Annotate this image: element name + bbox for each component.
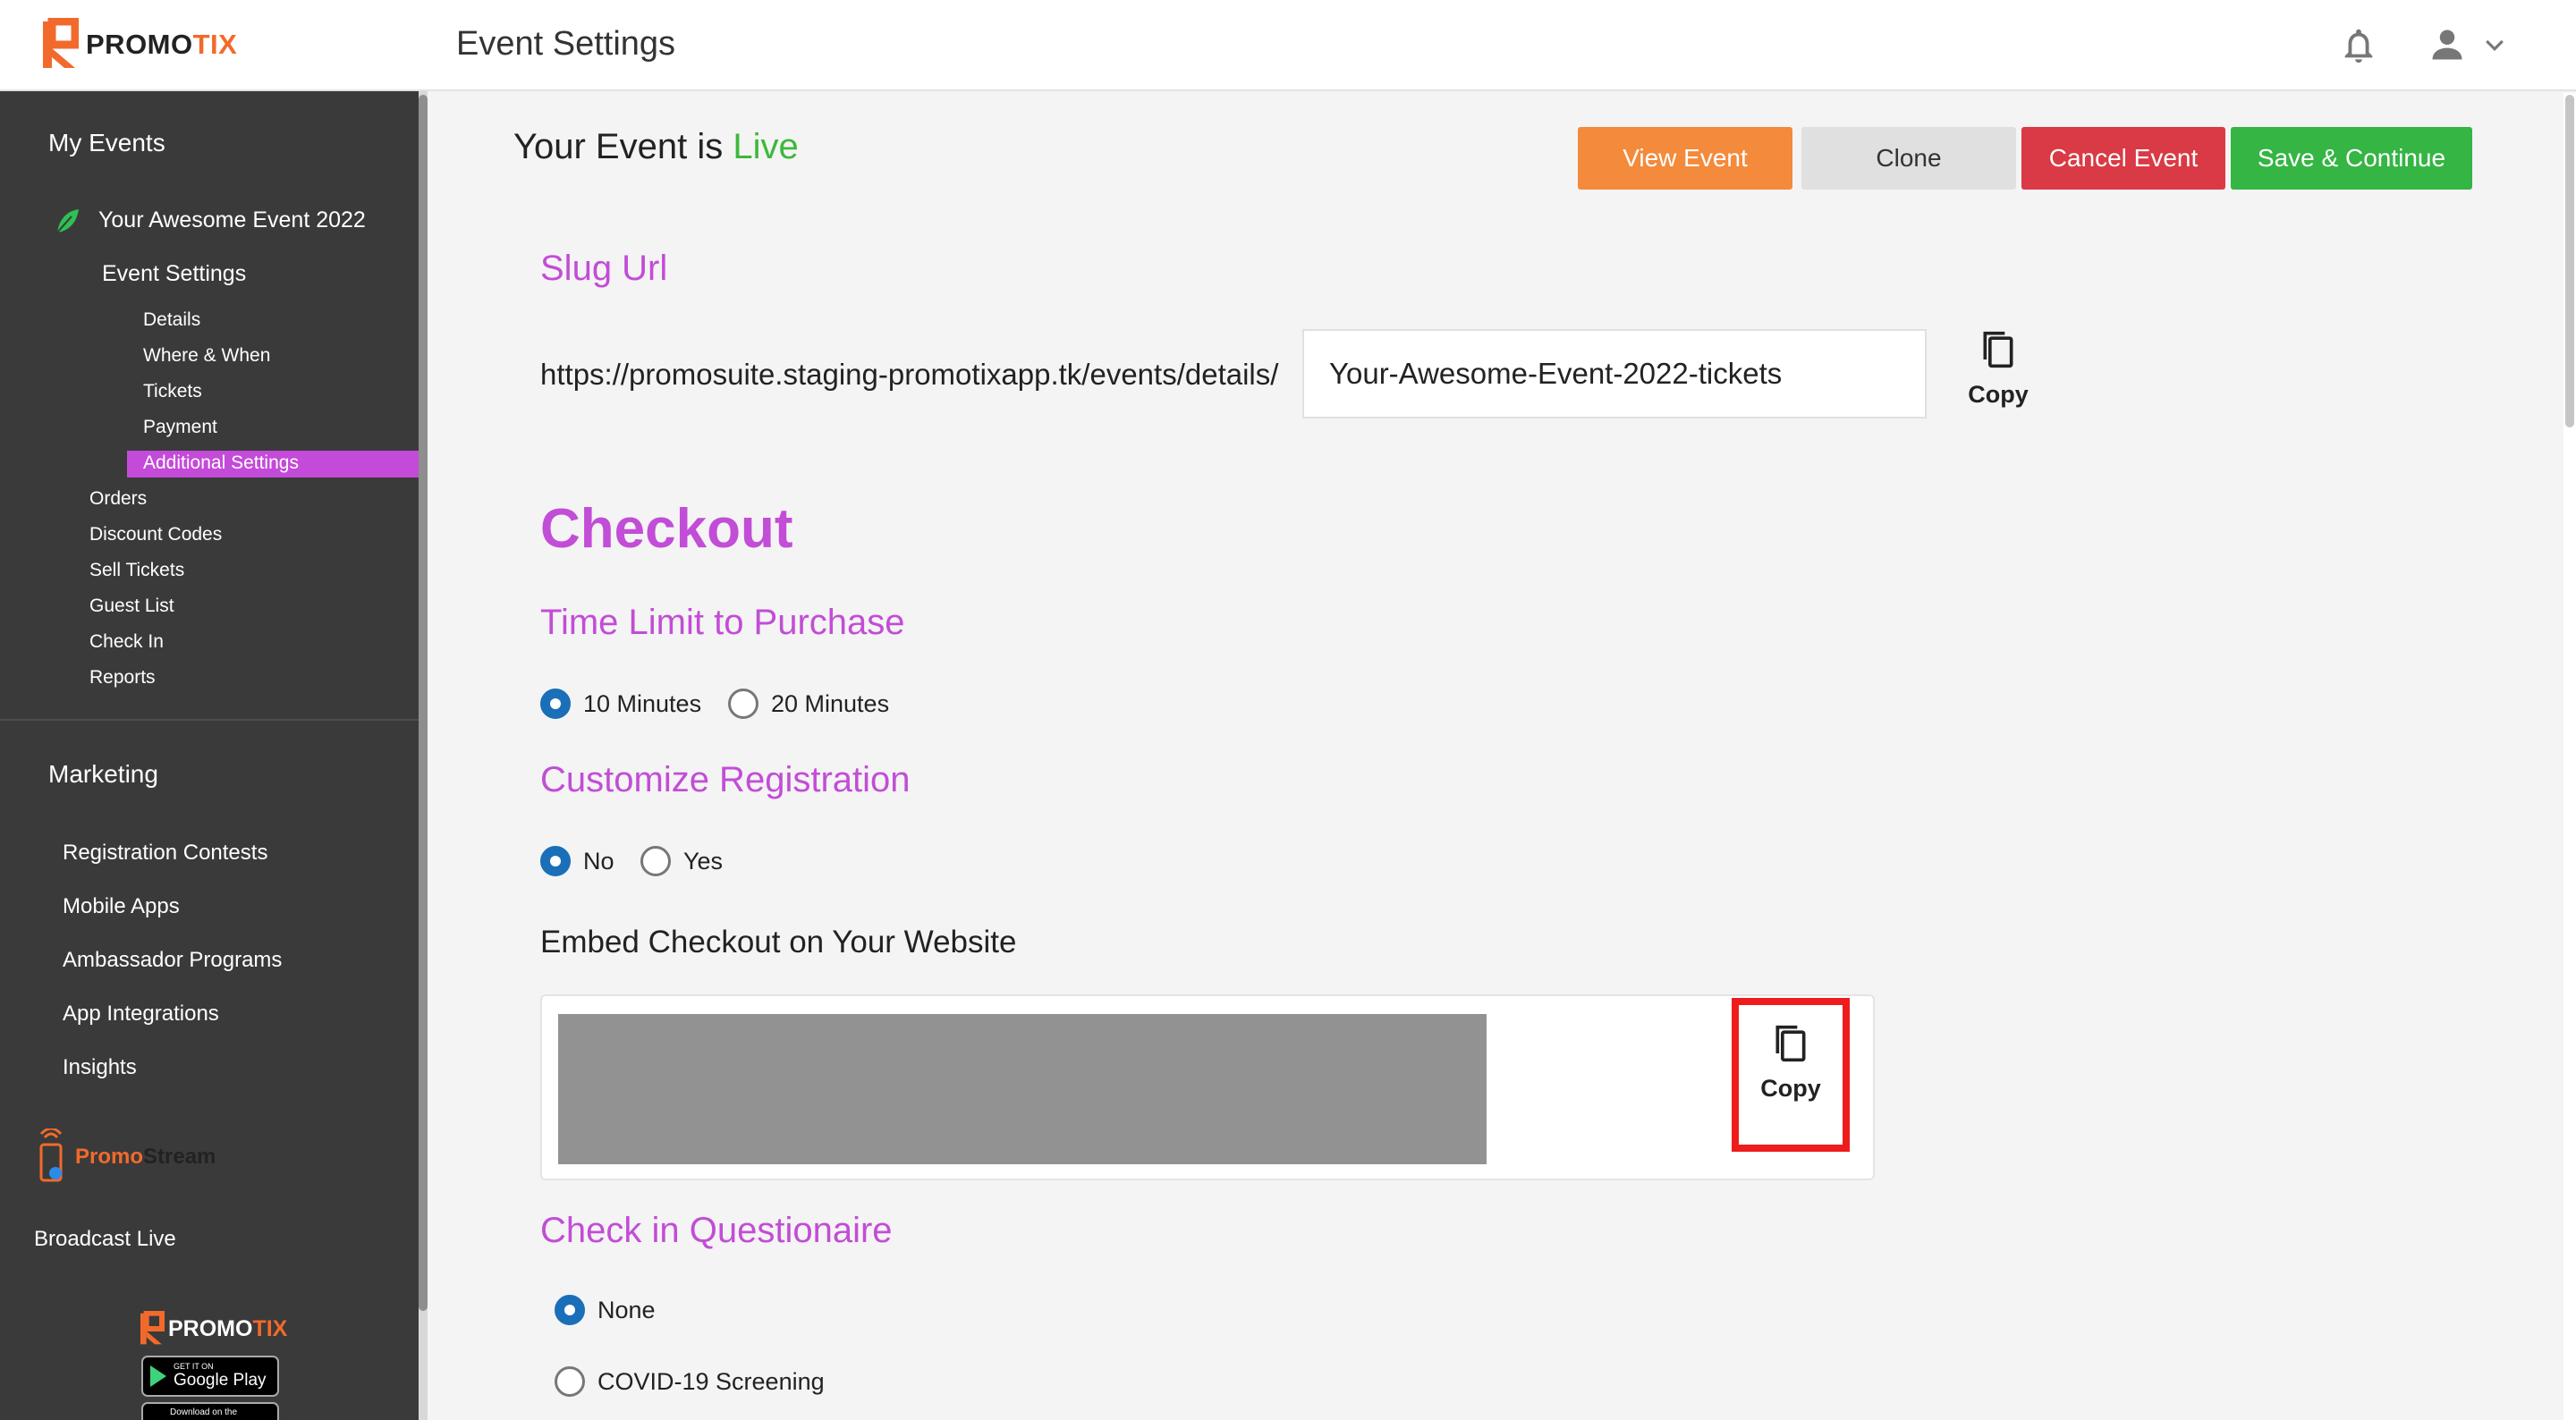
promotix-logo-text: PROMOTIX	[86, 29, 238, 60]
sidebar-item-app-integrations[interactable]: App Integrations	[63, 1002, 219, 1027]
time-limit-title: Time Limit to Purchase	[540, 603, 905, 642]
radio-registration-yes-label[interactable]: Yes	[683, 848, 723, 875]
radio-registration-yes[interactable]	[640, 846, 671, 876]
promostream-logo[interactable]: PromoStream	[34, 1128, 216, 1186]
radio-registration-no-label[interactable]: No	[583, 848, 614, 875]
footer-promotix-logo: PROMOTIX	[138, 1311, 287, 1347]
radio-10-minutes[interactable]	[540, 689, 571, 719]
leaf-icon	[56, 209, 79, 233]
google-play-icon	[150, 1365, 166, 1387]
sidebar-item-mobile-apps[interactable]: Mobile Apps	[63, 894, 180, 919]
copy-embed-label: Copy	[1760, 1075, 1821, 1102]
slug-url-input[interactable]	[1302, 329, 1927, 418]
slug-url-prefix: https://promosuite.staging-promotixapp.t…	[540, 358, 1279, 391]
embed-code-redacted[interactable]	[558, 1014, 1487, 1164]
google-play-text: GET IT ON Google Play	[174, 1362, 267, 1390]
copy-slug-label: Copy	[1968, 381, 2029, 408]
event-status-heading: Your Event is Live	[513, 127, 799, 167]
radio-questionnaire-none-label[interactable]: None	[597, 1297, 656, 1324]
sidebar-item-additional-settings[interactable]: Additional Settings	[143, 452, 299, 474]
sidebar-item-ambassador-programs[interactable]: Ambassador Programs	[63, 948, 282, 973]
sidebar-divider	[0, 719, 419, 721]
footer-logo-icon	[140, 1311, 165, 1345]
sidebar-item-details[interactable]: Details	[143, 309, 200, 331]
top-bar: PROMOTIX Event Settings	[0, 0, 2576, 91]
google-play-badge[interactable]: GET IT ON Google Play	[141, 1356, 279, 1397]
copy-icon	[1775, 1025, 1806, 1062]
save-continue-button[interactable]: Save & Continue	[2231, 127, 2472, 190]
chevron-down-icon[interactable]	[2481, 32, 2508, 59]
sidebar-my-events[interactable]: My Events	[48, 129, 165, 157]
sidebar-item-discount-codes[interactable]: Discount Codes	[89, 524, 222, 545]
clone-button[interactable]: Clone	[1801, 127, 2016, 190]
main-scrollbar[interactable]	[2563, 93, 2576, 1420]
event-status-prefix: Your Event is	[513, 127, 733, 166]
embed-checkout-title: Embed Checkout on Your Website	[540, 925, 1017, 959]
app-store-badge[interactable]: Download on the	[141, 1402, 279, 1420]
radio-questionnaire-covid[interactable]	[555, 1366, 585, 1397]
promotix-logo-icon	[43, 18, 79, 68]
sidebar-item-sell-tickets[interactable]: Sell Tickets	[89, 560, 184, 581]
main-scrollbar-thumb[interactable]	[2565, 95, 2574, 427]
sidebar-item-reports[interactable]: Reports	[89, 667, 156, 689]
radio-questionnaire-covid-label[interactable]: COVID-19 Screening	[597, 1368, 825, 1396]
page-title: Event Settings	[456, 25, 676, 63]
copy-slug-button[interactable]: Copy	[1964, 327, 2032, 409]
sidebar-item-payment[interactable]: Payment	[143, 417, 217, 438]
event-status-live: Live	[733, 127, 799, 166]
promotix-logo[interactable]: PROMOTIX	[39, 18, 237, 72]
radio-10-minutes-label[interactable]: 10 Minutes	[583, 690, 701, 718]
sidebar-event-settings[interactable]: Event Settings	[102, 261, 246, 287]
radio-20-minutes[interactable]	[728, 689, 758, 719]
footer-logo-text: PROMOTIX	[168, 1315, 288, 1341]
user-avatar-icon[interactable]	[2428, 25, 2467, 64]
view-event-button[interactable]: View Event	[1578, 127, 1792, 190]
sidebar-item-guest-list[interactable]: Guest List	[89, 596, 174, 617]
slug-url-title: Slug Url	[540, 249, 668, 288]
sidebar-item-tickets[interactable]: Tickets	[143, 381, 202, 402]
radio-registration-no[interactable]	[540, 846, 571, 876]
sidebar-item-broadcast-live[interactable]: Broadcast Live	[34, 1227, 176, 1252]
sidebar-item-orders[interactable]: Orders	[89, 488, 147, 510]
sidebar	[0, 91, 419, 1420]
promostream-icon	[39, 1128, 63, 1182]
sidebar-item-check-in[interactable]: Check In	[89, 631, 164, 653]
sidebar-scrollbar-thumb[interactable]	[419, 95, 428, 1311]
checkin-questionnaire-title: Check in Questionaire	[540, 1211, 893, 1250]
sidebar-item-insights[interactable]: Insights	[63, 1055, 137, 1080]
sidebar-item-where-when[interactable]: Where & When	[143, 345, 270, 367]
radio-20-minutes-label[interactable]: 20 Minutes	[771, 690, 889, 718]
radio-questionnaire-none[interactable]	[555, 1295, 585, 1325]
cancel-event-button[interactable]: Cancel Event	[2021, 127, 2225, 190]
sidebar-marketing[interactable]: Marketing	[48, 760, 158, 789]
sidebar-scrollbar[interactable]	[419, 91, 428, 1420]
promostream-text: PromoStream	[75, 1145, 216, 1169]
copy-icon	[1983, 331, 2013, 368]
checkout-title: Checkout	[540, 498, 793, 560]
sidebar-item-registration-contests[interactable]: Registration Contests	[63, 841, 267, 866]
bell-icon[interactable]	[2338, 25, 2379, 66]
customize-registration-title: Customize Registration	[540, 760, 911, 799]
sidebar-event-name[interactable]: Your Awesome Event 2022	[98, 207, 366, 233]
copy-embed-button[interactable]: Copy	[1751, 1021, 1830, 1103]
